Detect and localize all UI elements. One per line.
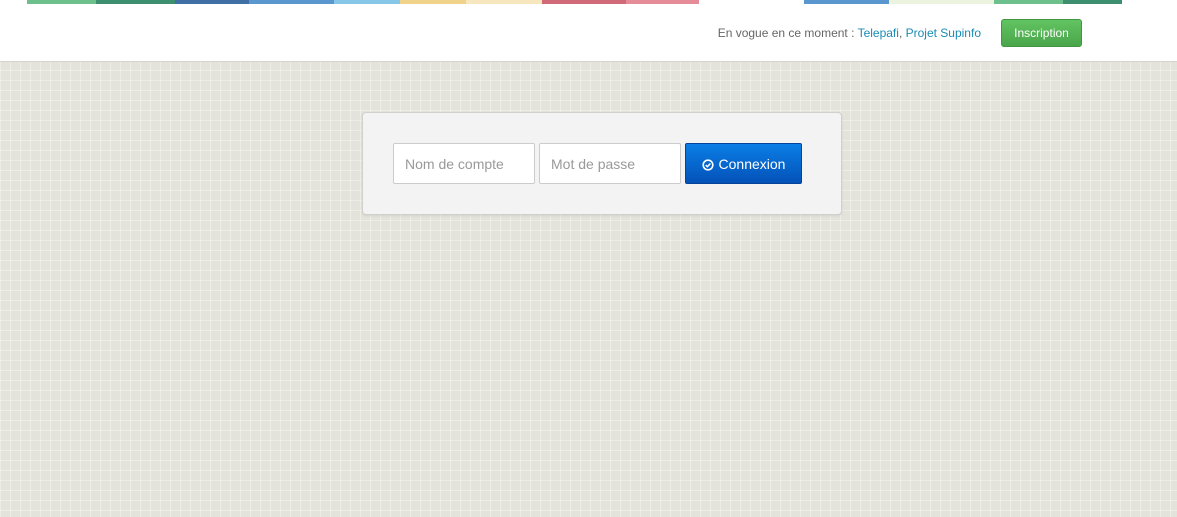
login-button-label: Connexion (718, 155, 786, 172)
trending-link-projet-supinfo[interactable]: Projet Supinfo (906, 26, 981, 40)
password-input[interactable] (539, 143, 681, 184)
trending-link-telepafi[interactable]: Telepafi (858, 26, 899, 40)
check-circle-icon (701, 158, 714, 171)
top-navbar: En vogue en ce moment : Telepafi, Projet… (0, 4, 1177, 62)
login-form: Connexion (362, 112, 842, 215)
login-button[interactable]: Connexion (685, 143, 802, 184)
trending-label: En vogue en ce moment : (717, 26, 858, 40)
username-input[interactable] (393, 143, 535, 184)
trending-separator: , (898, 26, 906, 40)
signup-button[interactable]: Inscription (1001, 19, 1082, 47)
trending-topics: En vogue en ce moment : Telepafi, Projet… (718, 26, 981, 40)
